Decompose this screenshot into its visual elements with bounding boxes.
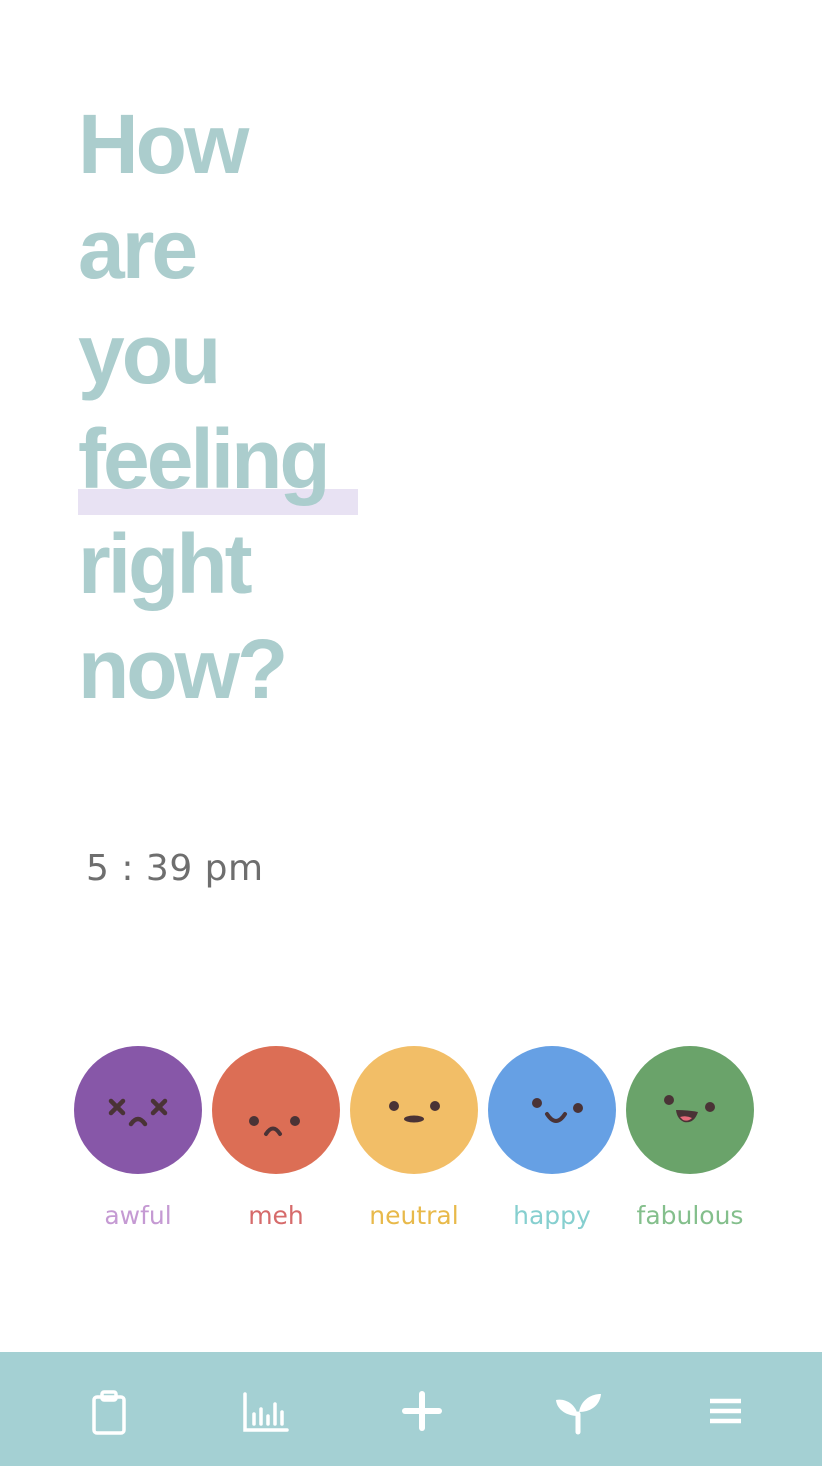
smile-face-icon (488, 1046, 616, 1174)
highlighted-word: feeling (78, 412, 331, 506)
mood-option-meh[interactable]: meh (212, 1046, 340, 1246)
nav-stats-button[interactable] (231, 1376, 301, 1446)
mood-option-fabulous[interactable]: fabulous (626, 1046, 754, 1246)
menu-icon (710, 1398, 741, 1424)
mood-label: fabulous (636, 1201, 744, 1230)
sprout-icon (556, 1394, 601, 1435)
mood-selector: awful meh neutral happy fabulous (74, 1046, 764, 1246)
nav-entries-button[interactable] (74, 1376, 144, 1446)
nav-goals-button[interactable] (543, 1376, 613, 1446)
neutral-face-icon (350, 1046, 478, 1174)
nav-menu-button[interactable] (690, 1376, 760, 1446)
clipboard-icon (92, 1390, 126, 1435)
bottom-nav-bar (0, 1352, 822, 1466)
question-heading: How are you feeling right now? (78, 92, 498, 722)
question-line: right (78, 517, 253, 611)
mood-option-awful[interactable]: awful (74, 1046, 202, 1246)
mood-option-happy[interactable]: happy (488, 1046, 616, 1246)
dizzy-face-icon (74, 1046, 202, 1174)
nav-add-entry-button[interactable] (387, 1376, 457, 1446)
question-line: How (78, 97, 249, 191)
question-line: are (78, 202, 198, 296)
plus-icon (402, 1391, 442, 1431)
mood-option-neutral[interactable]: neutral (350, 1046, 478, 1246)
grin-face-icon (626, 1046, 754, 1174)
time-display[interactable]: 5 : 39 pm (86, 848, 264, 889)
bar-chart-icon (243, 1392, 289, 1432)
question-line-highlighted: feeling (78, 407, 498, 515)
frown-face-icon (212, 1046, 340, 1174)
question-line: you (78, 307, 221, 401)
question-line: now? (78, 622, 288, 716)
